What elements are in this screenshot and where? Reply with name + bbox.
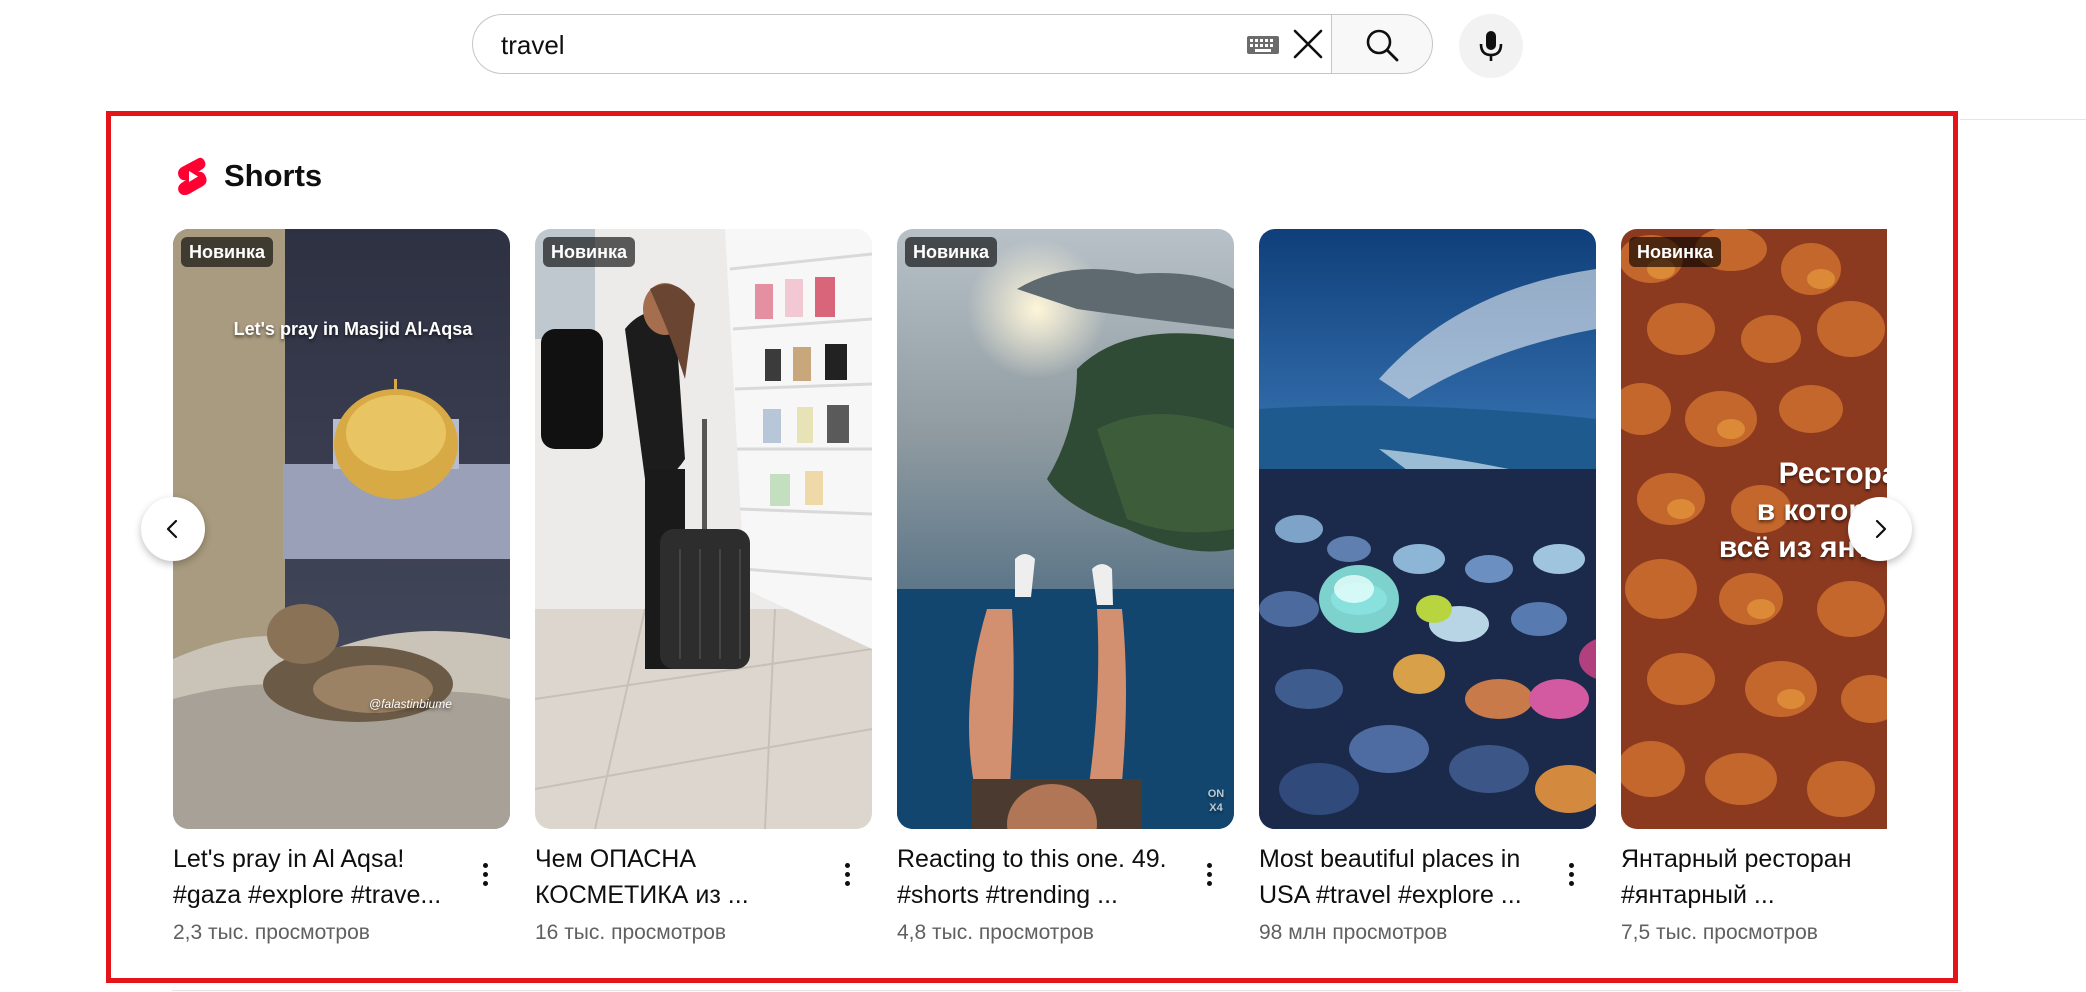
more-actions-button[interactable] <box>465 853 505 897</box>
divider <box>172 990 1962 991</box>
short-thumbnail[interactable]: Новинка <box>535 229 872 829</box>
view-count: 16 тыс. просмотров <box>535 921 727 944</box>
view-count: 98 млн просмотров <box>1259 921 1448 944</box>
new-badge: Новинка <box>181 237 274 267</box>
short-thumbnail[interactable]: Новинка Let's pray in Masjid Al-Aqsa @fa… <box>173 229 510 829</box>
more-actions-button[interactable] <box>827 853 867 897</box>
short-title[interactable]: Let's pray in Al Aqsa! #gaza #explore #t… <box>173 841 473 913</box>
short-card: Most beautiful places in USA #travel #ex… <box>1259 229 1596 959</box>
short-thumbnail[interactable]: Новинка ON X4 <box>897 229 1234 829</box>
thumbnail-overlay-text: Ресторан, в которо всё из янта <box>1718 457 1887 564</box>
clear-search-button[interactable] <box>1285 21 1331 67</box>
shelf-next-button[interactable] <box>1848 497 1912 561</box>
shorts-shelf-header: Shorts <box>176 154 322 198</box>
short-thumbnail[interactable] <box>1259 229 1596 829</box>
search-box <box>472 14 1332 75</box>
shelf-title: Shorts <box>224 158 323 193</box>
new-badge: Новинка <box>543 237 636 267</box>
short-card: Новинка Чем ОПАСНА КОСМЕТИКА из ... 16 т… <box>535 229 872 959</box>
thumbnail-watermark: @falastinbiume <box>369 697 452 711</box>
thumbnail-overlay-text: ON X4 <box>1207 788 1225 814</box>
short-title[interactable]: Чем ОПАСНА КОСМЕТИКА из ... <box>535 841 835 913</box>
search-icon <box>1366 29 1399 62</box>
keyboard-icon[interactable] <box>1246 35 1280 55</box>
more-actions-button[interactable] <box>1189 853 1229 897</box>
short-card: Новинка ON X4 Reacting to this one. 49. … <box>897 229 1234 959</box>
view-count: 4,8 тыс. просмотров <box>897 921 1094 944</box>
chevron-left-icon <box>166 519 178 539</box>
thumbnail-image <box>535 229 872 829</box>
thumbnail-image <box>897 229 1234 829</box>
chevron-right-icon <box>1875 519 1887 539</box>
new-badge: Новинка <box>1629 237 1722 267</box>
new-badge: Новинка <box>905 237 998 267</box>
shelf-prev-button[interactable] <box>141 497 205 561</box>
search-input[interactable] <box>499 15 1203 75</box>
short-card: Новинка Ресторан, в которо всё из янта Я… <box>1621 229 1887 959</box>
view-count: 2,3 тыс. просмотров <box>173 921 370 944</box>
shorts-shelf: Новинка Let's pray in Masjid Al-Aqsa @fa… <box>173 229 1887 959</box>
short-card: Новинка Let's pray in Masjid Al-Aqsa @fa… <box>173 229 510 959</box>
more-actions-button[interactable] <box>1551 853 1591 897</box>
close-icon <box>1293 29 1323 59</box>
view-count: 7,5 тыс. просмотров <box>1621 921 1818 944</box>
mic-icon <box>1479 31 1503 61</box>
thumbnail-image <box>1259 229 1596 829</box>
search-button[interactable] <box>1331 14 1433 74</box>
short-title[interactable]: Янтарный ресторан #янтарный ... <box>1621 841 1887 913</box>
short-title[interactable]: Reacting to this one. 49. #shorts #trend… <box>897 841 1197 913</box>
short-title[interactable]: Most beautiful places in USA #travel #ex… <box>1259 841 1559 913</box>
divider <box>1960 119 2086 120</box>
voice-search-button[interactable] <box>1459 14 1523 78</box>
thumbnail-overlay-text: Let's pray in Masjid Al-Aqsa <box>233 319 473 339</box>
shorts-logo-icon <box>178 157 207 195</box>
